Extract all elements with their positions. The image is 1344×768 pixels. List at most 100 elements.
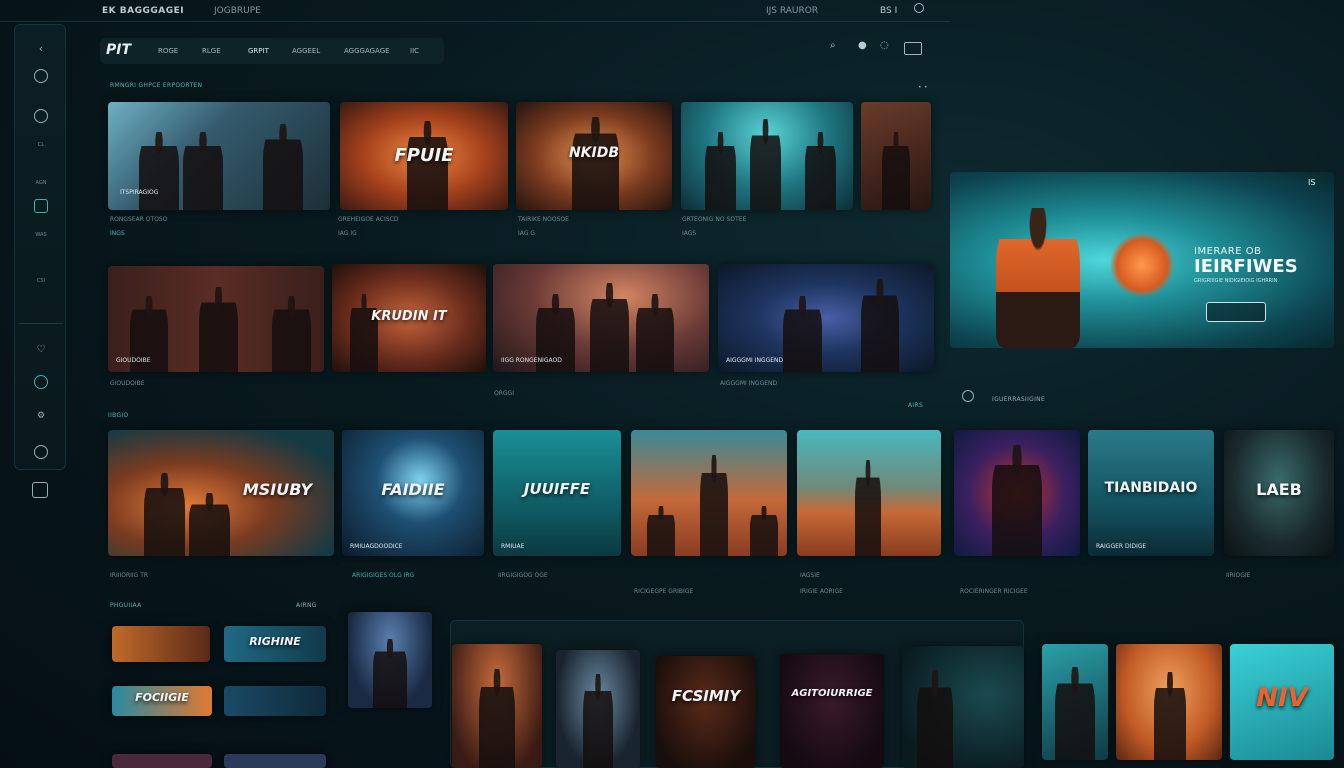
sidebar-item-cl[interactable]: CL [15,139,67,148]
sidebar-item-label: CL [37,142,45,148]
card-caption: RAIGGER DIDIGE [1096,543,1147,550]
card-caption: IIGG RONGENIGAOD [501,357,562,364]
content-card[interactable] [1042,644,1108,760]
hero-badge-image [1110,232,1174,298]
sidebar-item-csi[interactable]: CSI [15,275,67,284]
content-card[interactable] [954,430,1080,556]
content-card[interactable] [1116,644,1222,760]
content-card[interactable] [224,754,326,768]
content-card[interactable]: LAEB [1224,430,1334,556]
section-title: PHGUIIAA [110,602,142,609]
cast-icon[interactable] [904,42,922,55]
card-meta: IAGS [682,230,697,237]
sidebar-item-agn[interactable]: AGN [15,177,67,186]
content-card[interactable]: JUUIFFE RMIUAE [493,430,621,556]
settings-icon[interactable]: ◌ [880,40,889,51]
card-title: LAEB [1256,480,1302,500]
content-card[interactable]: FPUIE [340,102,508,210]
content-card[interactable] [556,650,640,768]
see-all-link[interactable]: AIRS [908,402,923,409]
card-title: NKIDB [568,145,620,162]
hero-close-button[interactable]: IS [1308,178,1315,187]
content-card[interactable]: FCSIMIY [656,656,756,768]
notification-icon[interactable]: ● [858,40,867,51]
tab-iic[interactable]: IIC [410,47,419,55]
tab-grpit[interactable]: GRPIT [248,47,269,55]
card-meta: IAG IG [338,230,357,237]
sidebar-item-back[interactable]: ‹ [15,37,67,56]
more-icon[interactable]: • • [918,84,928,91]
content-card[interactable] [631,430,787,556]
content-card[interactable] [224,686,326,716]
app-logo[interactable]: PIT [106,42,131,58]
sidebar-item-favorites[interactable]: ♡ [15,337,67,356]
card-meta: INGS [110,230,125,237]
see-all-link[interactable]: AIRNG [296,602,317,609]
hero-athlete-image [996,208,1080,348]
content-card[interactable]: KRUDIN IT [332,264,486,372]
top-account-label[interactable]: BS I [880,6,897,16]
home-icon [34,69,48,83]
content-card[interactable]: ITSPIRAGIOG [108,102,330,210]
card-meta: IIRIOGIE [1226,572,1251,579]
sidebar-item-live[interactable] [15,375,67,389]
top-status-text: IJS RAUROR [766,6,819,16]
sidebar-item-settings[interactable]: ⚙ [15,403,67,422]
card-meta: GREHEIGOE ACISCD [338,216,399,223]
card-title: AGITOIURRIGE [791,688,873,700]
sidebar-item-label: CSI [36,278,46,284]
content-card[interactable]: AIGGGMI INGGEND [718,264,934,372]
sidebar: ‹ CL AGN WAS CSI ♡ ⚙ [14,24,66,470]
content-card[interactable] [861,102,931,210]
card-meta: RICIGEGPE GRIBIGE [634,588,694,595]
content-card[interactable] [797,430,941,556]
content-card[interactable]: FAIDIIE RMIUAGDOODICE [342,430,484,556]
sidebar-item-home[interactable] [15,69,67,83]
card-caption: GIOUDOIBE [116,357,151,364]
sidebar-item-browse[interactable] [15,109,67,123]
radio-icon[interactable] [962,390,974,402]
content-card[interactable]: MSIUBY [108,430,334,556]
content-card[interactable]: RIGHINE [224,626,326,662]
sidebar-item-help[interactable] [15,445,67,459]
app-brand[interactable]: EK BAGGGAGEI [102,6,184,16]
top-menu-item[interactable]: JOGBRUPE [214,6,261,16]
content-card[interactable] [112,754,212,768]
hero-title: IEIRFIWES [1194,256,1298,277]
content-card[interactable] [681,102,853,210]
sidebar-item-was[interactable]: WAS [15,229,67,238]
content-card[interactable]: NKIDB [516,102,672,210]
card-meta: IIRGIGIGOG OGE [498,572,548,579]
tab-roge[interactable]: ROGE [158,47,178,55]
content-card[interactable] [902,646,1024,768]
card-meta: TAIRIKE NOOSOE [518,216,569,223]
section-title: IIBGIO [108,412,129,419]
content-card[interactable]: GIOUDOIBE [108,266,324,372]
card-title: RIGHINE [249,635,301,649]
tab-aggeel[interactable]: AGGEEL [292,47,320,55]
card-meta: GIOUDOIBE [110,380,145,387]
content-card[interactable] [452,644,542,768]
card-title: JUUIFFE [523,480,591,499]
search-icon[interactable]: ⌕ [830,40,836,51]
sidebar-item-library[interactable] [15,199,67,213]
library-icon [34,199,48,213]
content-card[interactable]: FOCIIGIE [112,686,212,716]
content-card[interactable]: TIANBIDAIO RAIGGER DIDIGE [1088,430,1214,556]
content-card[interactable] [348,612,432,708]
card-title: TIANBIDAIO [1104,480,1198,497]
card-meta: ORGGI [494,390,514,397]
tab-rlge[interactable]: RLGE [202,47,221,55]
tab-aggg[interactable]: AGGGAGAGE [344,47,390,55]
content-card[interactable]: NIV [1230,644,1334,760]
content-card[interactable]: IIGG RONGENIGAOD [493,264,709,372]
content-card[interactable] [112,626,210,662]
sidebar-item-chat[interactable] [20,482,60,498]
featured-hero[interactable]: IS IMERARE OB IEIRFIWES GRIGRIIIGIE NIDI… [950,172,1334,348]
content-card[interactable]: AGITOIURRIGE [780,654,884,768]
hero-play-button[interactable] [1206,302,1266,322]
help-icon [34,445,48,459]
sidebar-divider [19,323,63,324]
card-title: NIV [1256,683,1308,714]
profile-icon[interactable] [914,3,924,13]
